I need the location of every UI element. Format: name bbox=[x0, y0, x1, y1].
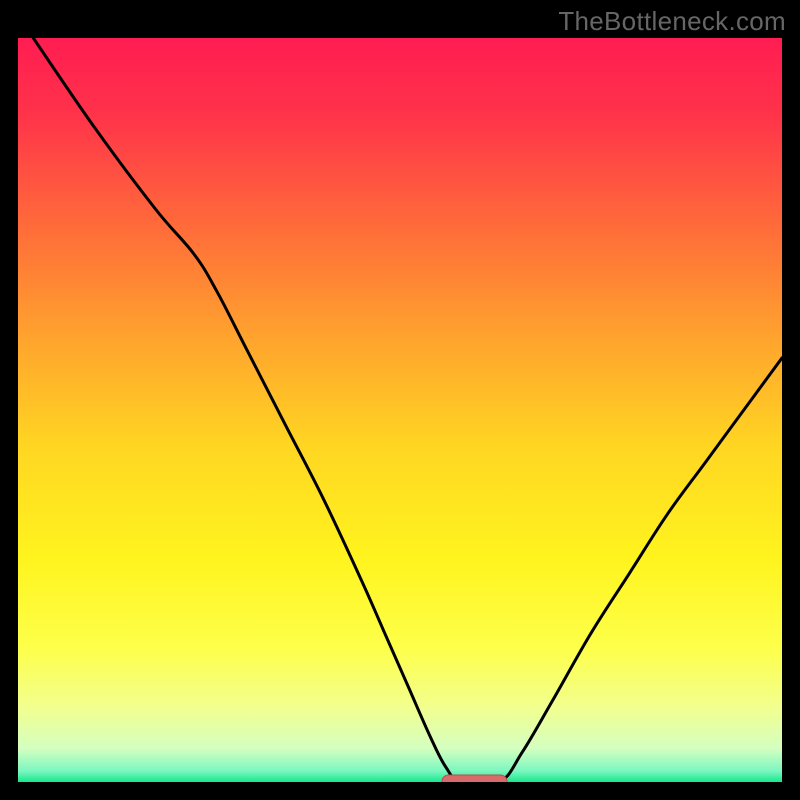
optimum-marker bbox=[442, 775, 507, 782]
chart-frame bbox=[18, 38, 782, 782]
watermark-text: TheBottleneck.com bbox=[558, 6, 786, 37]
bottleneck-chart bbox=[18, 38, 782, 782]
